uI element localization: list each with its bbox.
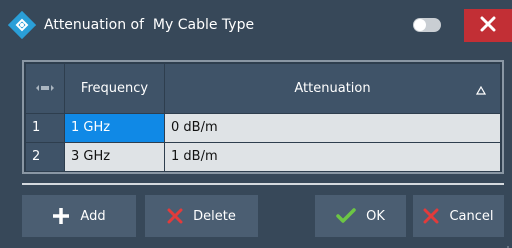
cancel-x-icon <box>423 208 439 224</box>
dock-toggle[interactable] <box>413 18 441 32</box>
column-header-frequency[interactable]: Frequency <box>65 64 164 113</box>
ok-button-label: OK <box>366 208 385 224</box>
checkmark-icon <box>336 208 356 224</box>
delete-button[interactable]: Delete <box>145 195 258 237</box>
sort-ascending-icon <box>475 84 487 99</box>
cell-attenuation[interactable]: 1 dB/m <box>165 143 500 171</box>
delete-button-label: Delete <box>193 208 236 224</box>
separator <box>22 183 504 185</box>
toggle-knob <box>414 19 426 31</box>
add-button-label: Add <box>80 208 106 224</box>
cell-frequency[interactable]: 1 GHz <box>65 114 164 142</box>
attenuation-dialog: Attenuation of My Cable Type Frequency A… <box>0 0 512 248</box>
ok-button[interactable]: OK <box>315 195 406 237</box>
title-bar[interactable]: Attenuation of My Cable Type <box>0 0 512 50</box>
window-title: Attenuation of My Cable Type <box>44 17 255 33</box>
plus-icon <box>52 207 70 225</box>
row-number[interactable]: 1 <box>26 114 64 142</box>
column-header-attenuation-label: Attenuation <box>294 81 371 96</box>
cell-frequency[interactable]: 3 GHz <box>65 143 164 171</box>
row-number[interactable]: 2 <box>26 143 64 171</box>
close-icon <box>480 16 496 36</box>
resize-grip-icon[interactable] <box>502 238 510 248</box>
cell-attenuation[interactable]: 0 dB/m <box>165 114 500 142</box>
add-button[interactable]: Add <box>22 195 136 237</box>
delete-x-icon <box>167 208 183 224</box>
column-header-attenuation[interactable]: Attenuation <box>165 64 500 113</box>
cancel-button[interactable]: Cancel <box>413 195 504 237</box>
close-button[interactable] <box>464 9 512 42</box>
app-logo-icon <box>7 10 37 40</box>
select-all-header[interactable] <box>26 64 64 113</box>
attenuation-table: Frequency Attenuation 1 1 GHz 0 dB/m 2 3… <box>22 60 504 174</box>
cancel-button-label: Cancel <box>449 208 494 224</box>
row-select-icon <box>36 81 54 96</box>
